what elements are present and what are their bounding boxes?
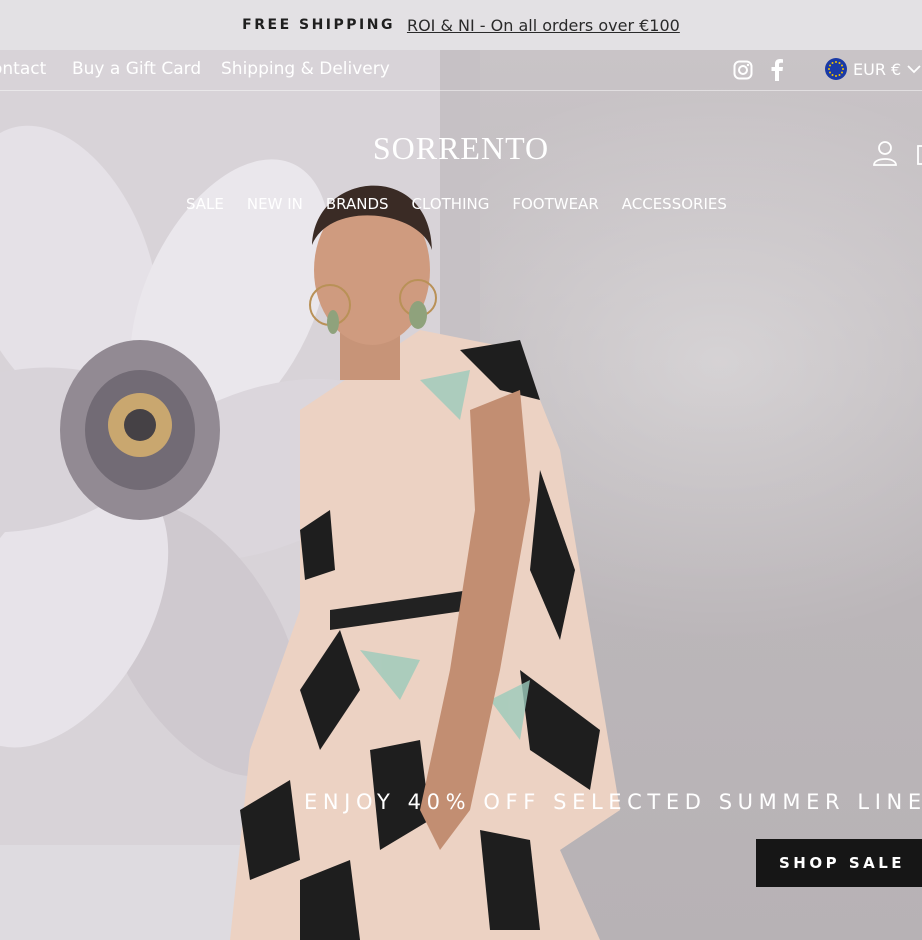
free-shipping-label: FREE SHIPPING bbox=[242, 17, 395, 33]
nav-item-brands[interactable]: BRANDS bbox=[326, 195, 389, 213]
nav-item-footwear[interactable]: FOOTWEAR bbox=[512, 195, 598, 213]
facebook-icon[interactable] bbox=[770, 59, 784, 81]
shop-sale-button[interactable]: SHOP SALE bbox=[756, 839, 922, 887]
gift-card-link[interactable]: Buy a Gift Card bbox=[72, 59, 201, 79]
site-logo[interactable]: SORRENTO bbox=[0, 130, 922, 167]
nav-item-sale[interactable]: SALE bbox=[186, 195, 224, 213]
cart-icon[interactable] bbox=[915, 142, 922, 166]
nav-item-clothing[interactable]: CLOTHING bbox=[412, 195, 490, 213]
currency-selector[interactable]: EUR € bbox=[825, 58, 921, 80]
chevron-down-icon bbox=[907, 65, 921, 74]
nav-item-accessories[interactable]: ACCESSORIES bbox=[622, 195, 727, 213]
contact-link[interactable]: ontact bbox=[0, 59, 46, 79]
account-icon[interactable] bbox=[872, 140, 898, 166]
utility-bar: ontact Buy a Gift Card Shipping & Delive… bbox=[0, 50, 922, 91]
shipping-delivery-link[interactable]: Shipping & Delivery bbox=[221, 59, 390, 79]
promo-headline: ENJOY 40% OFF SELECTED SUMMER LINES bbox=[304, 790, 922, 814]
currency-label: EUR € bbox=[853, 59, 902, 79]
eu-flag-icon bbox=[825, 58, 847, 80]
instagram-icon[interactable] bbox=[733, 60, 753, 80]
hero-banner[interactable]: ontact Buy a Gift Card Shipping & Delive… bbox=[0, 50, 922, 940]
main-nav: SALE NEW IN BRANDS CLOTHING FOOTWEAR ACC… bbox=[186, 195, 727, 213]
nav-item-new-in[interactable]: NEW IN bbox=[247, 195, 303, 213]
shipping-info-link[interactable]: ROI & NI - On all orders over €100 bbox=[407, 16, 680, 35]
announcement-bar: FREE SHIPPING ROI & NI - On all orders o… bbox=[0, 0, 922, 50]
